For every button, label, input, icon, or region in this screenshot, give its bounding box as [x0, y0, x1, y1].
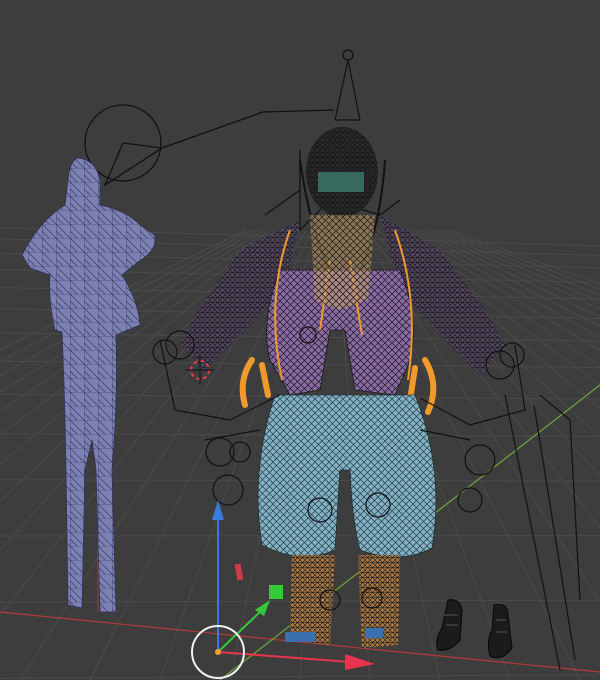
gizmo-y-axis[interactable]: [217, 609, 263, 653]
lamp-object[interactable]: [84, 104, 335, 187]
gizmo-yz-plane[interactable]: [269, 585, 283, 599]
right-boot: [487, 604, 513, 659]
rigged-character[interactable]: [152, 127, 526, 648]
gizmo-center[interactable]: [215, 649, 221, 655]
gizmo-x-arrow[interactable]: [345, 654, 375, 670]
lowpoly-woman-figure[interactable]: [21, 157, 156, 613]
gizmo-x-axis[interactable]: [217, 651, 351, 663]
3d-viewport[interactable]: [0, 0, 600, 680]
boots-pair[interactable]: [436, 599, 513, 659]
viewport-canvas[interactable]: [0, 0, 600, 680]
gizmo-xz-plane[interactable]: [234, 563, 244, 581]
left-hand-outline: [239, 357, 271, 408]
